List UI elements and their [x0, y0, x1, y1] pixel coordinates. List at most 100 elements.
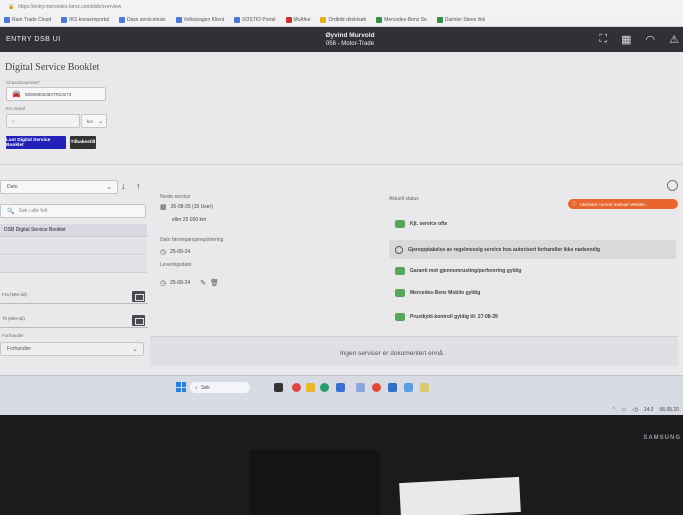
clock-date[interactable]: 06.05.20	[660, 407, 679, 413]
warning-badge[interactable]: ⓘ Ukritisert current manual Velutter...	[568, 199, 678, 209]
list-item-dsb[interactable]: DSB Digital Service Booklet	[0, 224, 147, 237]
bookmark[interactable]: Volkswagen Klient	[175, 16, 224, 23]
first-registration-label: Dato førstegangsregistrering	[160, 237, 224, 243]
km-unit: km	[87, 118, 93, 124]
app-brand[interactable]: ENTRY DSB UI	[6, 36, 61, 43]
dealer-value: Forhandler	[7, 346, 32, 352]
next-service-km: eller 25 000 km	[172, 217, 207, 223]
bookmark[interactable]: Ordbild direktsøk	[320, 16, 366, 23]
bookmark[interactable]: Daimler Stees link	[436, 16, 485, 23]
trash-icon[interactable]: 🗑	[210, 279, 219, 287]
delivery-date-value: ◷ 25-08-24 ✎ 🗑	[160, 279, 219, 287]
km-unit-select[interactable]: km ⌄	[81, 114, 107, 128]
bookmark-icon	[234, 16, 241, 23]
bookmark[interactable]: McAfee	[285, 16, 310, 23]
clock-icon: ◷	[160, 249, 167, 256]
date-to-field[interactable]: Til (MM-dd)	[0, 314, 148, 328]
task-view-icon[interactable]	[274, 383, 283, 392]
volume-icon[interactable]: ◁)	[632, 407, 638, 413]
empty-state-text: Ingen servicer er dokumentert ennå.	[340, 350, 445, 357]
reset-button[interactable]: Tilbakestill	[70, 136, 96, 149]
info-icon: ⓘ	[572, 201, 577, 206]
app-icon[interactable]	[404, 383, 413, 392]
bookmark[interactable]: Mercedes-Benz Se	[376, 16, 427, 23]
bookmarks-bar: Ram Trade Cloud IKS konsernportal Dass s…	[0, 13, 683, 27]
bookmark-icon	[320, 16, 327, 23]
dealer-label: Forhandler	[2, 333, 24, 338]
status-title: Aktuell status	[389, 196, 419, 202]
bookmark-icon	[436, 16, 443, 23]
lock-icon: 🔒	[8, 3, 15, 10]
chrome-icon[interactable]	[372, 383, 381, 392]
app-icon[interactable]	[420, 383, 429, 392]
sort-desc-icon[interactable]: ↓	[121, 181, 126, 191]
chevron-up-icon[interactable]: ⌃	[611, 407, 615, 413]
km-input[interactable]: 0	[6, 114, 80, 128]
chrome-icon[interactable]	[292, 383, 301, 392]
bookmark-icon	[61, 16, 68, 23]
list-item[interactable]	[0, 238, 147, 255]
page-title: Digital Service Booklet	[5, 62, 100, 73]
print-icon[interactable]	[667, 180, 678, 191]
vin-input[interactable]: 🚘 WDB9906384TR23273	[6, 87, 106, 101]
system-tray: ⌃ ▭ ◁) 14:2 06.05.20	[611, 407, 679, 413]
next-service-date: ▦ 26-08-25 (15 User)	[160, 204, 213, 211]
screen: 🔒 https://entry.mercedes-benz.com/dsb/ov…	[0, 0, 683, 415]
km-value: 0	[12, 118, 15, 124]
apps-grid-icon[interactable]: ▦	[621, 33, 631, 46]
inspection-icon	[395, 313, 405, 321]
date-from-label: Fra (MM-dd)	[2, 292, 27, 297]
delivery-date-label: Leveringsdato	[160, 262, 192, 268]
scanner-icon[interactable]: ⛶	[599, 33, 607, 46]
status-item: Mercedes-Benz Mobilo gyldig	[395, 289, 480, 297]
user-name: Øyvind Murvold	[325, 32, 375, 39]
minus-circle-icon	[395, 245, 403, 254]
store-icon[interactable]	[336, 383, 345, 392]
taskbar-search[interactable]: ⌕ Søk	[190, 382, 250, 393]
user-info: Øyvind Murvold 056 - Motor-Trade	[290, 32, 410, 48]
outlook-icon[interactable]	[388, 383, 397, 392]
bookmark-icon	[4, 16, 10, 23]
divider	[0, 164, 683, 165]
bookmark[interactable]: IKS konsernportal	[61, 16, 109, 23]
bookmark[interactable]: Dass serviceinsis	[118, 16, 166, 23]
sort-value: Dato	[7, 184, 18, 190]
date-from-field[interactable]: Fra (MM-dd)	[0, 290, 148, 304]
taskbar: ⌕ Søk ⌃ ▭ ◁) 14:2 06.05.20	[0, 375, 683, 415]
edit-icon[interactable]: ✎	[200, 279, 206, 287]
first-registration-value: ◷ 25-08-24	[160, 249, 191, 256]
status-item-highlight: Gjenopptakelse av regelmessig service ho…	[389, 240, 676, 259]
network-icon[interactable]: ▭	[622, 407, 627, 413]
search-icon: 🔍	[7, 208, 15, 215]
windows-start-icon[interactable]	[176, 382, 186, 392]
clock-time[interactable]: 14:2	[644, 407, 654, 413]
bookmark-icon	[175, 16, 182, 23]
vin-value: WDB9906384TR23273	[24, 91, 72, 97]
car-mobility-icon	[395, 289, 405, 297]
chevron-down-icon: ⌄	[106, 184, 112, 191]
load-booklet-button[interactable]: Last Digital Service Booklet	[6, 136, 66, 149]
search-input[interactable]: 🔍 Søk i alle felt	[0, 204, 146, 218]
monitor-brand: SAMSUNG	[643, 435, 681, 441]
sort-select[interactable]: Dato ⌄	[0, 180, 118, 194]
warning-icon[interactable]: ⚠	[669, 33, 679, 46]
headset-icon[interactable]: ◠	[646, 33, 656, 46]
bookmark-icon	[376, 16, 383, 23]
paper-on-desk	[399, 476, 521, 515]
bookmark-icon	[285, 16, 292, 23]
status-item: Garanti mot gjennomrusting/perforering g…	[395, 267, 521, 275]
browser-address-bar[interactable]: 🔒 https://entry.mercedes-benz.com/dsb/ov…	[0, 0, 683, 13]
calendar-icon[interactable]	[132, 291, 145, 302]
list-item[interactable]	[0, 256, 147, 273]
teams-icon[interactable]	[356, 383, 365, 392]
dealer-select[interactable]: Forhandler ⌄	[0, 342, 144, 356]
vin-label: Chassisnummer*	[6, 80, 41, 85]
edge-icon[interactable]	[320, 383, 329, 392]
calendar-icon[interactable]	[132, 315, 145, 326]
next-service-label: Neste service	[160, 194, 191, 200]
bookmark[interactable]: SOSTIO Portal	[234, 16, 276, 23]
bookmark[interactable]: Ram Trade Cloud	[4, 16, 51, 23]
user-company: 056 - Motor-Trade	[325, 41, 375, 47]
file-explorer-icon[interactable]	[306, 383, 315, 392]
sort-asc-icon[interactable]: ↑	[136, 181, 141, 191]
